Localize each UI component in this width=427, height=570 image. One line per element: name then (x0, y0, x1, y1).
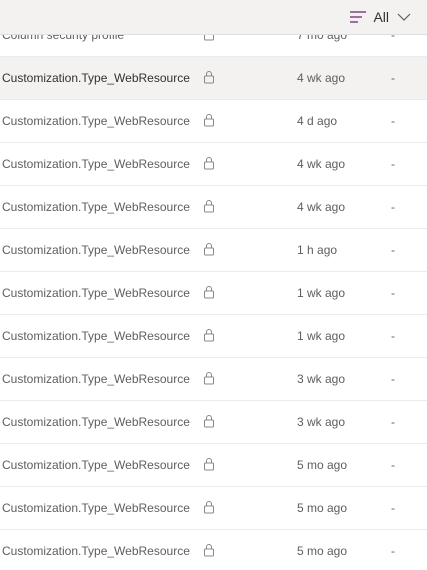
objects-table: Column security profile 7 mo ago - Custo… (0, 14, 427, 570)
object-name: Customization.Type_WebResource (2, 71, 190, 85)
object-name: Customization.Type_WebResource (2, 200, 190, 214)
table-row[interactable]: Customization.Type_WebResource 1 wk ago … (0, 315, 427, 358)
owner-value: - (391, 544, 395, 558)
lock-icon (204, 415, 214, 428)
modified-time: 4 wk ago (297, 200, 346, 214)
owner-value: - (391, 501, 395, 515)
owner-value: - (391, 372, 395, 386)
lock-icon (204, 200, 214, 213)
modified-time: 4 wk ago (297, 157, 346, 171)
owner-value: - (391, 415, 395, 429)
owner-value: - (391, 329, 395, 343)
table-row[interactable]: Customization.Type_WebResource 3 wk ago … (0, 358, 427, 401)
lock-icon (204, 372, 214, 385)
object-name: Customization.Type_WebResource (2, 458, 190, 472)
modified-time: 5 mo ago (297, 458, 348, 472)
view-filter-button[interactable]: All (349, 6, 411, 28)
list-header-bar: All (0, 0, 427, 35)
table-row[interactable]: Customization.Type_WebResource 4 wk ago … (0, 143, 427, 186)
lock-icon (204, 157, 214, 170)
modified-time: 1 wk ago (297, 329, 346, 343)
object-name: Customization.Type_WebResource (2, 286, 190, 300)
table-row[interactable]: Customization.Type_WebResource 3 wk ago … (0, 401, 427, 444)
owner-value: - (391, 286, 395, 300)
lock-icon (204, 329, 214, 342)
table-row[interactable]: Customization.Type_WebResource 4 d ago - (0, 100, 427, 143)
table-row[interactable]: Customization.Type_WebResource 5 mo ago … (0, 487, 427, 530)
solution-objects-list: Column security profile 7 mo ago - Custo… (0, 0, 427, 570)
modified-time: 5 mo ago (297, 544, 348, 558)
modified-time: 4 wk ago (297, 71, 346, 85)
chevron-down-icon (397, 13, 411, 21)
lock-icon (204, 286, 214, 299)
owner-value: - (391, 200, 395, 214)
modified-time: 5 mo ago (297, 501, 348, 515)
table-row[interactable]: Customization.Type_WebResource 5 mo ago … (0, 530, 427, 570)
object-name: Customization.Type_WebResource (2, 415, 190, 429)
table-row[interactable]: Customization.Type_WebResource 4 wk ago … (0, 186, 427, 229)
lock-icon (204, 71, 214, 84)
object-name: Customization.Type_WebResource (2, 501, 190, 515)
modified-time: 4 d ago (297, 114, 338, 128)
filter-label: All (373, 9, 389, 25)
lock-icon (204, 114, 214, 127)
table-row[interactable]: Customization.Type_WebResource 4 wk ago … (0, 57, 427, 100)
filter-lines-icon (350, 11, 367, 23)
modified-time: 3 wk ago (297, 372, 346, 386)
object-name: Customization.Type_WebResource (2, 372, 190, 386)
modified-time: 1 h ago (297, 243, 338, 257)
table-row[interactable]: Customization.Type_WebResource 5 mo ago … (0, 444, 427, 487)
lock-icon (204, 501, 214, 514)
table-row[interactable]: Customization.Type_WebResource 1 h ago - (0, 229, 427, 272)
object-name: Customization.Type_WebResource (2, 114, 190, 128)
owner-value: - (391, 114, 395, 128)
object-name: Customization.Type_WebResource (2, 544, 190, 558)
object-name: Customization.Type_WebResource (2, 157, 190, 171)
object-name: Customization.Type_WebResource (2, 329, 190, 343)
modified-time: 1 wk ago (297, 286, 346, 300)
object-name: Customization.Type_WebResource (2, 243, 190, 257)
owner-value: - (391, 71, 395, 85)
owner-value: - (391, 243, 395, 257)
lock-icon (204, 544, 214, 557)
table-row[interactable]: Customization.Type_WebResource 1 wk ago … (0, 272, 427, 315)
owner-value: - (391, 157, 395, 171)
owner-value: - (391, 458, 395, 472)
lock-icon (204, 243, 214, 256)
lock-icon (204, 458, 214, 471)
modified-time: 3 wk ago (297, 415, 346, 429)
